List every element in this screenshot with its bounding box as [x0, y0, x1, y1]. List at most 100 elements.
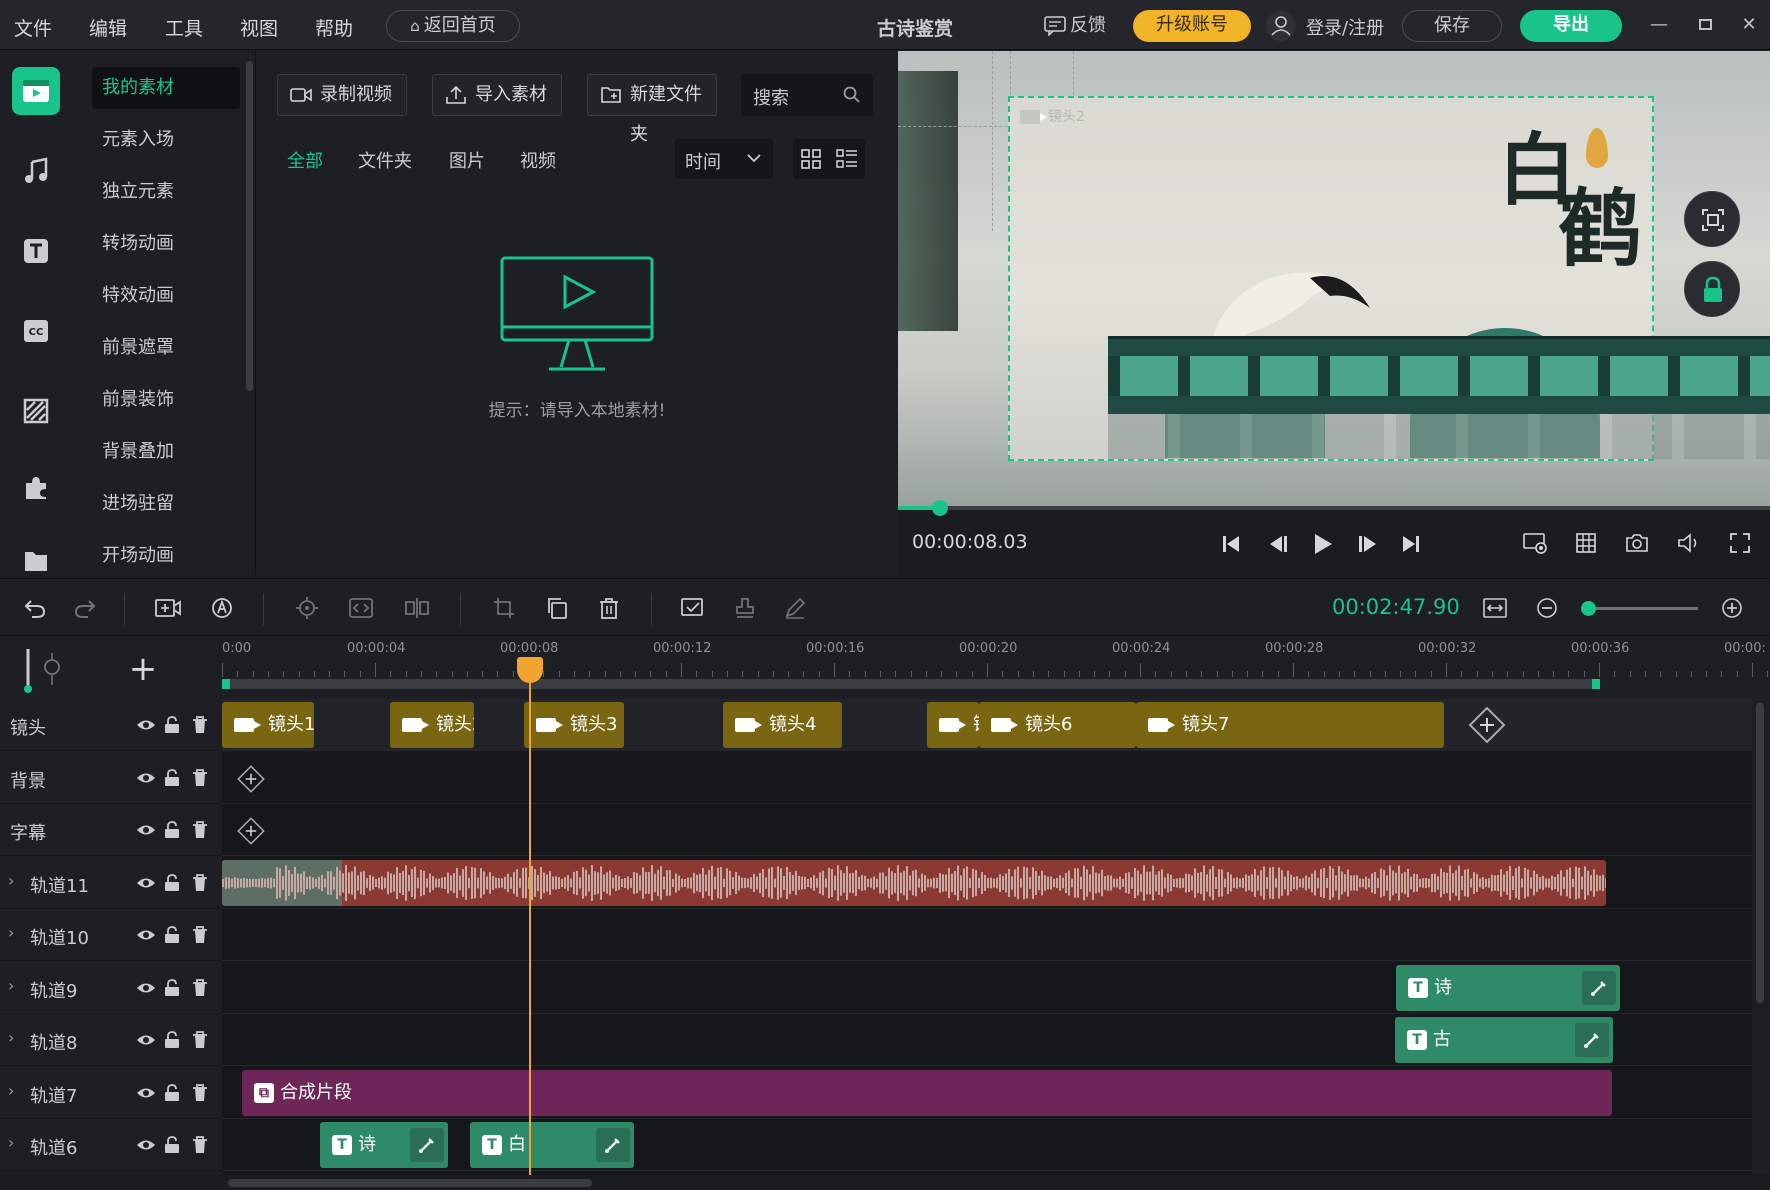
- lock-icon[interactable]: [164, 1136, 182, 1154]
- feedback-button[interactable]: 反馈: [1044, 12, 1106, 40]
- text-icon[interactable]: [12, 227, 60, 275]
- login-link[interactable]: 登录/注册: [1306, 14, 1384, 40]
- redo-icon[interactable]: [70, 593, 100, 623]
- add-track-button[interactable]: +: [124, 651, 162, 689]
- zoom-out-icon[interactable]: [1532, 593, 1562, 623]
- trash-icon[interactable]: [192, 1136, 210, 1154]
- trash-icon[interactable]: [192, 873, 210, 892]
- menu-view[interactable]: 视图: [240, 14, 278, 41]
- fit-screen-button[interactable]: [1684, 191, 1740, 247]
- folder-icon[interactable]: [12, 541, 60, 575]
- undo-icon[interactable]: [20, 593, 50, 623]
- lock-button[interactable]: [1684, 261, 1740, 317]
- copy-icon[interactable]: [542, 593, 572, 623]
- trash-icon[interactable]: [192, 926, 210, 944]
- edit-icon[interactable]: [780, 593, 810, 623]
- timeline-range-bar[interactable]: [222, 679, 1600, 689]
- video-clip[interactable]: 镜头6: [979, 702, 1136, 748]
- preview-progress-handle[interactable]: [932, 500, 948, 516]
- category-transition[interactable]: 转场动画: [92, 223, 240, 265]
- tab-all[interactable]: 全部: [287, 147, 323, 173]
- category-entry-hold[interactable]: 进场驻留: [92, 483, 240, 525]
- maximize-icon[interactable]: [1690, 10, 1720, 40]
- zoom-slider[interactable]: [1580, 601, 1698, 616]
- fullscreen-icon[interactable]: [1728, 531, 1752, 555]
- chevron-right-icon[interactable]: ›: [8, 1028, 14, 1047]
- trash-icon[interactable]: [192, 768, 210, 787]
- delete-icon[interactable]: [594, 593, 624, 623]
- close-icon[interactable]: ✕: [1734, 10, 1764, 40]
- audio-clip[interactable]: [222, 859, 1606, 906]
- track-header[interactable]: › 轨道6: [0, 1119, 222, 1171]
- tab-videos[interactable]: 视频: [520, 147, 556, 173]
- video-clip[interactable]: 镜头1: [222, 702, 314, 748]
- record-video-button[interactable]: 录制视频: [277, 74, 407, 116]
- search-icon[interactable]: [843, 86, 861, 104]
- category-scrollbar[interactable]: [246, 61, 253, 391]
- locate-icon[interactable]: [292, 593, 322, 623]
- eye-icon[interactable]: [136, 1084, 155, 1102]
- track-header[interactable]: 镜头: [0, 699, 222, 751]
- video-clip[interactable]: 镜头4: [723, 702, 842, 748]
- subtitle-icon[interactable]: CC: [12, 307, 60, 355]
- track-lane[interactable]: [222, 909, 1752, 961]
- music-icon[interactable]: [12, 147, 60, 195]
- range-end-handle[interactable]: [1592, 679, 1600, 689]
- eye-icon[interactable]: [136, 769, 155, 787]
- timeline-horizontal-scrollbar[interactable]: [228, 1179, 592, 1187]
- search-input[interactable]: 搜索: [741, 74, 873, 116]
- track-header[interactable]: 字幕: [0, 804, 222, 856]
- add-shot-icon[interactable]: [153, 593, 183, 623]
- category-element-entry[interactable]: 元素入场: [92, 119, 240, 161]
- lock-icon[interactable]: [164, 873, 182, 892]
- sort-select[interactable]: 时间: [675, 139, 773, 179]
- lock-icon[interactable]: [164, 716, 182, 734]
- skip-to-start-icon[interactable]: [1220, 533, 1242, 555]
- track-header[interactable]: › 轨道7: [0, 1067, 222, 1119]
- eye-icon[interactable]: [136, 874, 155, 892]
- video-clip[interactable]: 镜头3: [524, 702, 624, 748]
- trash-icon[interactable]: [192, 978, 210, 997]
- text-clip[interactable]: T诗: [1396, 964, 1620, 1011]
- playhead-line[interactable]: [529, 677, 531, 1177]
- list-view-icon[interactable]: [829, 139, 865, 179]
- track-lane[interactable]: [222, 804, 1752, 856]
- video-clip[interactable]: 镜: [927, 702, 979, 748]
- keyframe-icon[interactable]: [596, 1128, 630, 1162]
- zoom-slider-handle[interactable]: [1580, 601, 1596, 616]
- category-opening[interactable]: 开场动画: [92, 535, 240, 573]
- chevron-right-icon[interactable]: ›: [8, 923, 14, 942]
- skip-to-end-icon[interactable]: [1400, 533, 1422, 555]
- video-clip[interactable]: 镜头2: [390, 702, 474, 748]
- zoom-in-icon[interactable]: [1717, 593, 1747, 623]
- trash-icon[interactable]: [192, 821, 210, 839]
- snapshot-icon[interactable]: [1624, 531, 1650, 555]
- category-foreground-mask[interactable]: 前景遮罩: [92, 327, 240, 369]
- keyframe-icon[interactable]: [1582, 970, 1616, 1005]
- lock-icon[interactable]: [164, 821, 182, 839]
- eye-icon[interactable]: [136, 821, 155, 839]
- eye-icon[interactable]: [136, 979, 155, 997]
- category-foreground-decor[interactable]: 前景装饰: [92, 379, 240, 421]
- track-header[interactable]: › 轨道9: [0, 962, 222, 1014]
- range-start-handle[interactable]: [222, 679, 230, 689]
- tab-images[interactable]: 图片: [449, 147, 485, 173]
- chevron-right-icon[interactable]: ›: [8, 871, 14, 890]
- record-audio-icon[interactable]: [207, 593, 237, 623]
- lock-icon[interactable]: [164, 768, 182, 787]
- grid-view-icon[interactable]: [793, 139, 829, 179]
- eye-icon[interactable]: [136, 926, 155, 944]
- split-icon[interactable]: [402, 593, 432, 623]
- keyframe-icon[interactable]: [410, 1128, 444, 1162]
- new-folder-button[interactable]: 新建文件夹: [587, 74, 717, 145]
- trash-icon[interactable]: [192, 716, 210, 734]
- volume-icon[interactable]: [1676, 531, 1702, 555]
- upgrade-button[interactable]: 升级账号: [1133, 10, 1251, 42]
- menu-edit[interactable]: 编辑: [89, 14, 127, 41]
- eye-icon[interactable]: [136, 716, 155, 734]
- track-header[interactable]: › 轨道11: [0, 857, 222, 909]
- code-clip-icon[interactable]: [346, 593, 376, 623]
- user-avatar-icon[interactable]: [1266, 11, 1296, 41]
- video-clip[interactable]: 镜头7: [1136, 702, 1444, 748]
- category-effects[interactable]: 特效动画: [92, 275, 240, 317]
